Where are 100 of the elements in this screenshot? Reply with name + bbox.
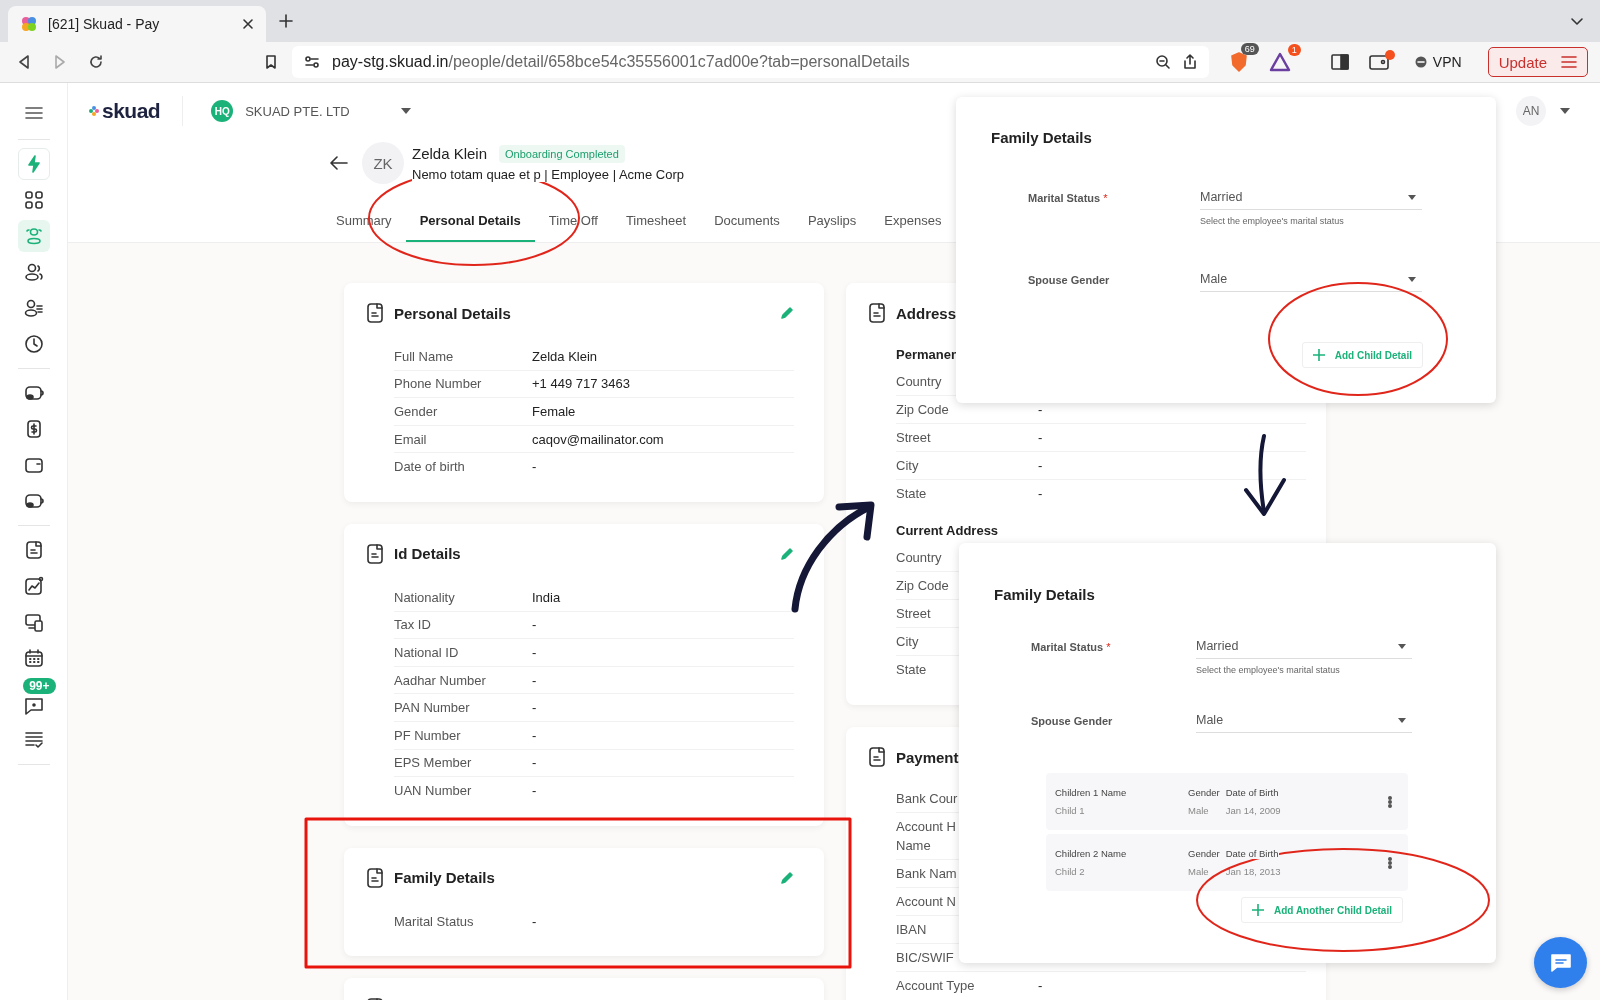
field-label: Account Type — [896, 978, 975, 993]
field-label: Bank Cour — [896, 791, 958, 806]
vpn-button[interactable]: VPN — [1408, 53, 1468, 71]
tab[interactable]: Personal Details — [405, 207, 535, 242]
select-field[interactable]: Married — [1200, 190, 1422, 210]
document-icon — [366, 867, 384, 888]
field-value: - — [532, 672, 537, 688]
zoom-out-icon[interactable] — [1154, 54, 1171, 70]
wallet-icon[interactable] — [1368, 54, 1389, 70]
update-button[interactable]: Update — [1487, 47, 1588, 77]
logo-text: skuad — [102, 99, 161, 123]
checklist-icon — [23, 730, 44, 750]
field-value: Child 2 — [1055, 866, 1085, 877]
field-label: Nationality — [394, 589, 455, 605]
field-label: Email — [394, 431, 427, 447]
url-text: pay-stg.skuad.in/people/detail/658bce54c35556001c7ad00e?tab=personalDetails — [332, 53, 910, 71]
field-label: Marital Status — [394, 913, 474, 929]
edit-icon[interactable] — [780, 546, 794, 561]
field-value: Zelda Klein — [532, 348, 598, 364]
people-icon — [23, 226, 44, 246]
caret-icon[interactable] — [1560, 108, 1570, 114]
field-label: Street — [896, 430, 931, 445]
dialog-title: Family Details — [991, 129, 1092, 146]
field-value: - — [532, 459, 537, 475]
count-badge: 99+ — [23, 678, 56, 694]
field-value: - — [532, 644, 537, 660]
field-value: India — [532, 589, 561, 605]
field-value: - — [1038, 458, 1043, 473]
plus-icon — [1312, 349, 1325, 361]
field-label: Spouse Gender — [1031, 715, 1113, 727]
tab-title: [621] Skuad - Pay — [48, 16, 161, 32]
field-value: - — [532, 700, 537, 716]
caret-icon — [1408, 194, 1416, 200]
field-label: Country — [896, 550, 942, 565]
document-icon — [366, 543, 384, 564]
field-label: EPS Member — [394, 755, 472, 771]
select-field[interactable]: Married — [1196, 639, 1412, 659]
company-badge: HQ — [211, 100, 234, 122]
tab[interactable]: Payslips — [793, 207, 871, 242]
address-bar[interactable]: pay-stg.skuad.in/people/detail/658bce54c35556001c7ad00e?tab=personalDetails — [292, 46, 1209, 78]
back-arrow-icon[interactable] — [330, 156, 348, 170]
bookmark-icon[interactable] — [264, 54, 278, 70]
share-icon[interactable] — [1182, 54, 1197, 70]
field-label: Date of Birth — [1225, 848, 1279, 859]
field-label: Date of birth — [394, 459, 465, 475]
field-value: - — [1038, 402, 1043, 417]
clock-icon — [23, 334, 44, 354]
field-value: Male — [1188, 805, 1209, 816]
field-value: +1 449 717 3463 — [532, 376, 630, 392]
edit-icon[interactable] — [780, 870, 794, 885]
field-label: Phone Number — [394, 376, 482, 392]
field-label: National ID — [394, 644, 459, 660]
menu-icon[interactable] — [23, 105, 44, 121]
field-label: Children 1 Name — [1055, 787, 1127, 798]
field-label: Bank Nam — [896, 866, 957, 881]
field-label: Account N — [896, 894, 956, 909]
new-tab-icon[interactable] — [278, 13, 294, 29]
field-label: City — [896, 634, 919, 649]
grid-icon — [23, 190, 44, 210]
tab[interactable]: Time Off — [534, 207, 612, 242]
tab[interactable]: Documents — [700, 207, 794, 242]
reload-icon[interactable] — [88, 54, 104, 70]
edit-icon[interactable] — [780, 306, 794, 320]
field-value: Female — [532, 404, 576, 419]
document-icon — [868, 747, 886, 767]
field-value: - — [532, 755, 537, 771]
card-title: Address — [896, 304, 957, 322]
vpn-status-icon — [1414, 56, 1427, 68]
sidebar-toggle-icon[interactable] — [1330, 54, 1349, 70]
select-field[interactable]: Male — [1196, 713, 1412, 733]
field-label: Gender — [394, 404, 438, 419]
field-value: - — [1038, 486, 1043, 501]
more-icon[interactable] — [1388, 856, 1392, 869]
user-avatar[interactable]: AN — [1516, 96, 1546, 126]
field-value: Jan 18, 2013 — [1225, 866, 1281, 877]
field-label: Zip Code — [896, 578, 949, 593]
field-value: Child 1 — [1055, 805, 1085, 816]
select-field[interactable]: Male — [1200, 272, 1422, 292]
close-icon[interactable] — [242, 18, 254, 30]
browser-tab[interactable]: [621] Skuad - Pay — [8, 6, 266, 42]
card-title: Payment — [896, 748, 959, 766]
more-icon[interactable] — [1388, 795, 1392, 808]
field-label: Gender — [1188, 787, 1220, 798]
caret-icon — [1398, 643, 1406, 649]
person-list-icon — [23, 298, 44, 318]
tab[interactable]: Timesheet — [611, 207, 701, 242]
company-selector[interactable]: HQ SKUAD PTE. LTD — [211, 100, 412, 122]
field-value: - — [532, 727, 537, 743]
field-label: PAN Number — [394, 700, 470, 716]
field-label: Marital Status — [1028, 192, 1101, 204]
caret-icon — [401, 108, 412, 114]
wallet-coin-icon — [23, 383, 44, 403]
field-label: Account H Name — [896, 819, 956, 853]
field-label: Full Name — [394, 348, 454, 364]
tab[interactable]: Expenses — [870, 207, 956, 242]
field-label: Children 2 Name — [1055, 848, 1127, 859]
triangle-icon[interactable] — [1268, 52, 1291, 72]
back-icon[interactable] — [16, 54, 32, 70]
required-mark: * — [1103, 192, 1108, 204]
shield-icon[interactable] — [1228, 51, 1249, 73]
